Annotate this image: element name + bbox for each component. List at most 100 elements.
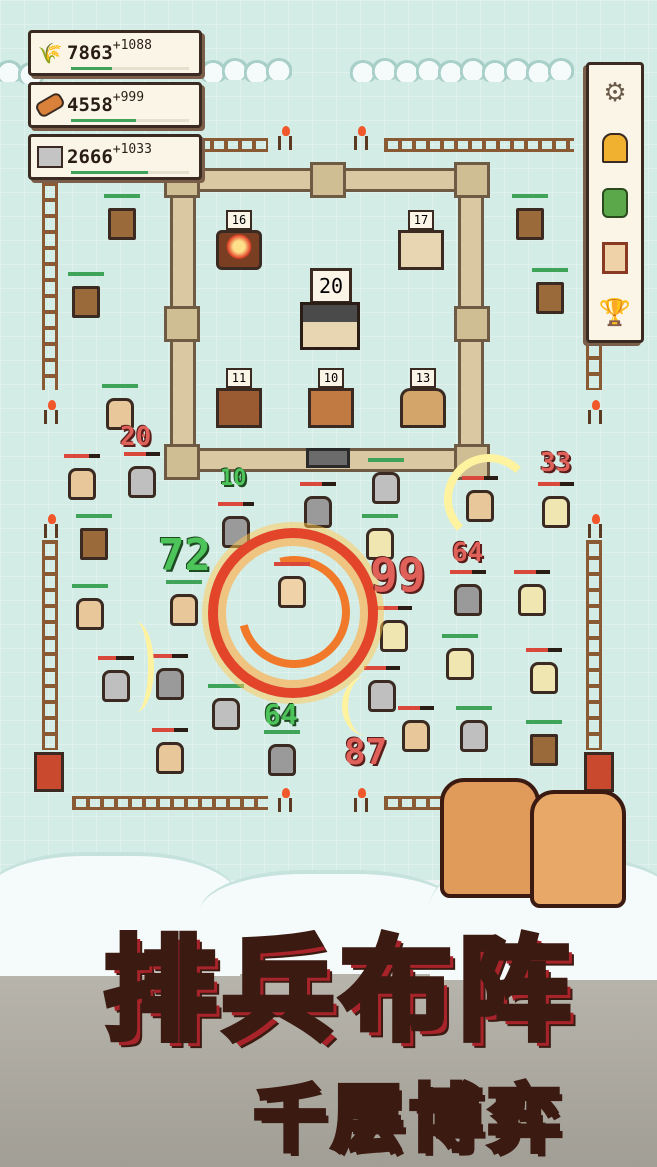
banner-flag-icon (34, 752, 64, 792)
wheat-icon: 🌾 (37, 41, 63, 65)
building-armory[interactable]: 10 (306, 368, 354, 432)
soldier-helmet[interactable] (366, 458, 406, 510)
settings-button[interactable]: ⚙ (589, 65, 641, 120)
building-forge[interactable]: 16 (214, 210, 262, 274)
stone-icon (35, 143, 65, 171)
settings-gear-icon: ⚙ (603, 77, 627, 108)
wood-log-icon (33, 91, 67, 119)
wall-tower (164, 306, 200, 342)
soldier-helmet[interactable] (122, 452, 162, 504)
wall-tower (164, 444, 200, 480)
fence-left (42, 150, 58, 390)
soldier-shield[interactable] (298, 482, 338, 534)
damage-number: 99 (370, 548, 426, 602)
building-level-label: 17 (408, 210, 434, 230)
soldier-helmet[interactable] (206, 684, 246, 736)
ballista-unit[interactable] (102, 194, 142, 246)
resource-value: 2666 (67, 146, 113, 168)
ballista-unit[interactable] (510, 194, 550, 246)
resource-progress (71, 171, 189, 174)
wall-tower (454, 162, 490, 198)
damage-number: 64 (452, 538, 484, 568)
wall-tower (310, 162, 346, 198)
damage-number: 33 (540, 448, 572, 478)
hero-profile-icon (602, 132, 628, 163)
building-town-hall[interactable]: 20 (298, 268, 362, 352)
trophy-icon: 🏆 (598, 297, 632, 328)
slash-effect (118, 622, 154, 712)
building-level-label: 10 (318, 368, 344, 388)
wall-tower (454, 306, 490, 342)
building-barracks[interactable]: 11 (214, 368, 262, 432)
heal-number: 72 (158, 530, 211, 581)
camel-icon (400, 388, 446, 428)
cactus-icon (602, 187, 628, 218)
fence-top (384, 138, 574, 152)
heal-number: 10 (220, 466, 247, 491)
damage-number: 20 (120, 422, 152, 452)
side-menu: ⚙ 🏆 (586, 62, 644, 343)
building-level-label: 13 (410, 368, 436, 388)
resource-stone: 2666 +1033 (28, 134, 202, 180)
soldier-helmet[interactable] (454, 706, 494, 758)
hero-button[interactable] (589, 120, 641, 175)
ballista-unit[interactable] (524, 720, 564, 772)
barracks-icon (216, 388, 262, 428)
trophy-button[interactable]: 🏆 (589, 285, 641, 340)
torch-icon (352, 126, 370, 152)
tree-row-top (190, 56, 580, 90)
armory-icon (308, 388, 354, 428)
torch-icon (352, 788, 370, 814)
resource-value: 7863 (67, 42, 113, 64)
quest-button[interactable] (589, 230, 641, 285)
soldier-shield[interactable] (150, 654, 190, 706)
soldier-spearman[interactable] (396, 706, 436, 758)
torch-icon (586, 514, 604, 540)
soldier-straw-hat[interactable] (62, 454, 102, 506)
soldier-green-hat[interactable] (440, 634, 480, 686)
building-level-label: 11 (226, 368, 252, 388)
slash-effect (444, 454, 534, 544)
resource-increment: +999 (112, 89, 145, 105)
chibi-warrior-2 (530, 790, 626, 908)
torch-icon (42, 514, 60, 540)
soldier-shield[interactable] (448, 570, 488, 622)
soldier-green-hat[interactable] (536, 482, 576, 534)
cactus-button[interactable] (589, 175, 641, 230)
building-stable[interactable]: 13 (398, 368, 446, 432)
resource-wood: 4558 +999 (28, 82, 202, 128)
resource-value: 4558 (67, 94, 113, 116)
fence-right (586, 340, 602, 390)
palace-icon (300, 302, 360, 350)
forge-icon (216, 230, 262, 270)
soldier-green-hat[interactable] (374, 606, 414, 658)
resource-progress (71, 67, 189, 70)
building-level-label: 20 (310, 268, 352, 304)
soldier-straw-hat[interactable] (150, 728, 190, 780)
resource-increment: +1033 (112, 141, 152, 157)
resource-increment: +1088 (112, 37, 152, 53)
soldier-green-hat[interactable] (512, 570, 552, 622)
torch-icon (42, 400, 60, 426)
fence-top (196, 138, 268, 152)
ballista-unit[interactable] (74, 514, 114, 566)
hero-general[interactable] (272, 562, 312, 614)
heal-number: 64 (264, 698, 298, 731)
building-tavern[interactable]: 17 (396, 210, 444, 274)
building-level-label: 16 (226, 210, 252, 230)
torch-icon (276, 788, 294, 814)
ballista-unit[interactable] (530, 268, 570, 320)
soldier-straw-hat[interactable] (164, 580, 204, 632)
torch-icon (586, 400, 604, 426)
scroll-quest-icon (602, 241, 628, 274)
ballista-unit[interactable] (66, 272, 106, 324)
soldier-spearman[interactable] (70, 584, 110, 636)
soldier-shield[interactable] (262, 730, 302, 782)
soldier-green-hat[interactable] (524, 648, 564, 700)
fence-left (42, 540, 58, 750)
chibi-warrior-1 (440, 778, 540, 898)
torch-icon (276, 126, 294, 152)
fortress-gate[interactable] (306, 448, 350, 468)
title-sub: 千层博弈 (251, 1075, 566, 1164)
banner-flag-icon (584, 752, 614, 792)
